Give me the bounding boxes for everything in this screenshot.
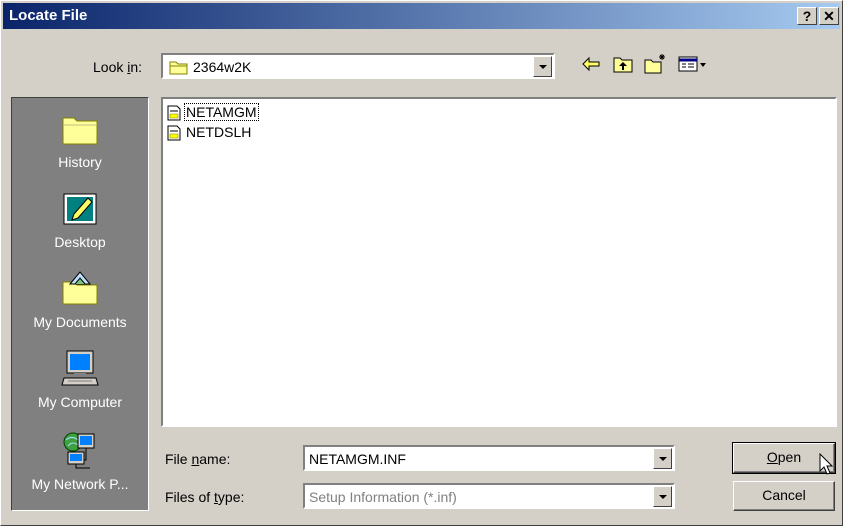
look-in-label: Look in: bbox=[93, 59, 143, 75]
setup-file-icon bbox=[167, 105, 181, 121]
place-desktop[interactable]: Desktop bbox=[12, 182, 148, 258]
file-type-label: Files of type: bbox=[165, 489, 245, 505]
file-type-value: Setup Information (*.inf) bbox=[309, 489, 457, 505]
place-my-documents[interactable]: My Documents bbox=[12, 262, 148, 338]
file-name: NETDSLH bbox=[186, 124, 252, 140]
view-menu-icon[interactable] bbox=[677, 52, 709, 76]
file-name-input[interactable]: NETAMGM.INF bbox=[309, 451, 406, 467]
help-button[interactable]: ? bbox=[797, 7, 817, 25]
file-name-combo[interactable]: NETAMGM.INF bbox=[303, 445, 675, 471]
file-type-dropdown-button bbox=[653, 486, 672, 507]
setup-file-icon bbox=[167, 125, 181, 141]
network-places-icon bbox=[63, 432, 95, 469]
title-bar[interactable]: Locate File ? ✕ bbox=[3, 3, 840, 29]
place-my-network[interactable]: My Network P... bbox=[12, 424, 148, 500]
place-history[interactable]: History bbox=[12, 102, 148, 178]
places-bar: History Desktop My Documents My Computer… bbox=[11, 97, 149, 511]
file-name-label: File name: bbox=[165, 451, 231, 467]
new-folder-icon[interactable] bbox=[643, 52, 667, 76]
mouse-cursor-icon bbox=[819, 453, 834, 475]
file-name-dropdown-button[interactable] bbox=[653, 448, 672, 469]
history-folder-icon bbox=[62, 117, 98, 145]
window-title: Locate File bbox=[9, 7, 88, 24]
my-documents-icon bbox=[62, 271, 98, 305]
my-computer-icon bbox=[61, 350, 99, 386]
cancel-button[interactable]: Cancel bbox=[733, 481, 835, 511]
close-button[interactable]: ✕ bbox=[819, 7, 839, 25]
desktop-icon bbox=[63, 193, 97, 225]
file-type-combo: Setup Information (*.inf) bbox=[303, 483, 675, 509]
place-my-computer[interactable]: My Computer bbox=[12, 342, 148, 418]
back-arrow-icon[interactable] bbox=[579, 52, 603, 76]
file-name: NETAMGM bbox=[184, 103, 259, 121]
look-in-dropdown-button[interactable] bbox=[533, 56, 552, 77]
look-in-value: 2364w2K bbox=[193, 59, 252, 75]
up-folder-icon[interactable] bbox=[611, 52, 635, 76]
folder-icon bbox=[169, 61, 188, 75]
locate-file-dialog: Locate File ? ✕ Look in: 2364w2K History… bbox=[0, 0, 843, 526]
file-list[interactable]: NETAMGM NETDSLH bbox=[161, 97, 837, 427]
look-in-combo[interactable]: 2364w2K bbox=[161, 53, 555, 79]
